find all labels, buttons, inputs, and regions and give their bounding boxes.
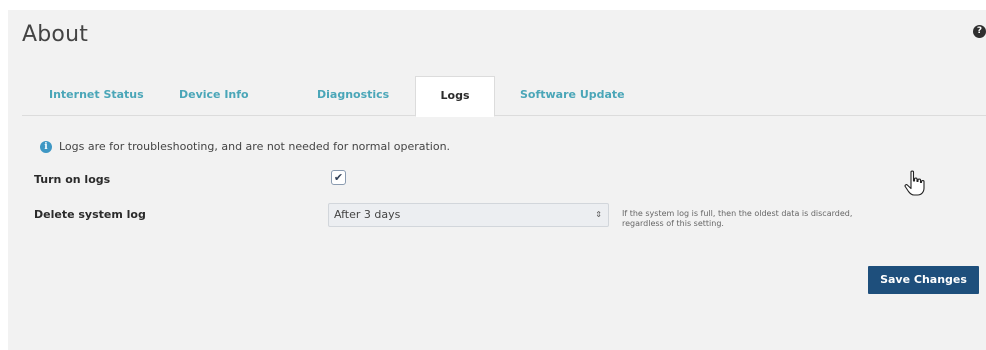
tab-device-info[interactable]: Device Info — [179, 76, 249, 116]
delete-system-log-label: Delete system log — [34, 208, 146, 221]
select-arrows-icon: ⇕ — [595, 210, 602, 219]
delete-system-log-select[interactable]: After 3 days ⇕ — [328, 203, 609, 227]
turn-on-logs-label: Turn on logs — [34, 173, 111, 186]
tab-logs[interactable]: Logs — [415, 76, 495, 117]
turn-on-logs-checkbox[interactable]: ✔ — [331, 170, 346, 185]
info-icon: i — [40, 140, 52, 153]
logs-content: i Logs are for troubleshooting, and are … — [22, 117, 986, 350]
hand-cursor-icon — [904, 170, 925, 196]
save-changes-button[interactable]: Save Changes — [868, 266, 979, 294]
tab-bar: Internet Status Device Info Diagnostics … — [22, 72, 986, 117]
tab-diagnostics[interactable]: Diagnostics — [317, 76, 389, 116]
page-title: About — [22, 22, 89, 47]
tab-internet-status[interactable]: Internet Status — [49, 76, 144, 116]
info-message: i Logs are for troubleshooting, and are … — [40, 140, 450, 153]
delete-log-hint: If the system log is full, then the olde… — [622, 209, 853, 228]
delete-system-log-value: After 3 days — [334, 208, 401, 221]
tab-software-update[interactable]: Software Update — [520, 76, 625, 116]
info-text: Logs are for troubleshooting, and are no… — [59, 140, 451, 153]
help-icon[interactable]: ? — [973, 25, 986, 38]
